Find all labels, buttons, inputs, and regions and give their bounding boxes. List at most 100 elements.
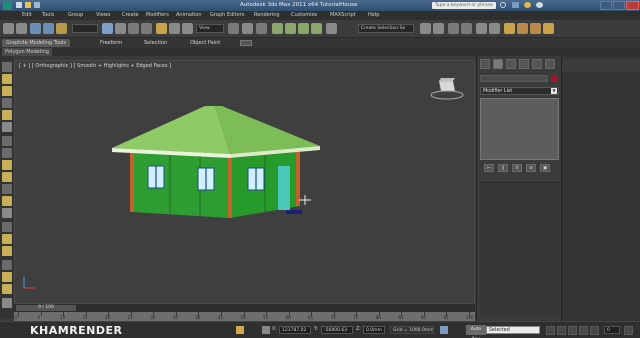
tab-freeform[interactable]: Freeform	[96, 39, 126, 47]
play-icon[interactable]	[568, 326, 577, 335]
spinner-snap-icon[interactable]	[311, 23, 322, 34]
time-tag-icon[interactable]	[440, 326, 448, 334]
remove-modifier-icon[interactable]: ⊘	[526, 164, 536, 172]
info-center-icon[interactable]	[512, 2, 519, 8]
go-to-end-icon[interactable]	[590, 326, 599, 335]
modifier-list-dropdown[interactable]: Modifier List ▼	[480, 87, 559, 95]
selection-lock-icon[interactable]	[236, 326, 244, 334]
tab-object-paint[interactable]: Object Paint	[186, 39, 224, 47]
viewcube-icon[interactable]	[429, 75, 465, 101]
menu-animation[interactable]: Animation	[176, 12, 202, 18]
curve-editor-icon[interactable]	[476, 23, 487, 34]
keyboard-shortcut-icon[interactable]	[256, 23, 267, 34]
edit-named-selection-icon[interactable]	[326, 23, 337, 34]
menu-create[interactable]: Create	[122, 12, 139, 18]
minimize-button[interactable]	[600, 1, 612, 10]
select-rotate-icon[interactable]	[169, 23, 180, 34]
menu-group[interactable]: Group	[68, 12, 83, 18]
menu-edit[interactable]: Edit	[22, 12, 32, 18]
angle-snap-icon[interactable]	[285, 23, 296, 34]
roof-side[interactable]	[215, 106, 320, 154]
absolute-mode-icon[interactable]	[262, 326, 270, 334]
schematic-view-icon[interactable]	[489, 23, 500, 34]
named-selection-dropdown[interactable]: Create Selection Se	[358, 24, 414, 33]
tool-icon-17[interactable]	[2, 260, 12, 270]
auto-key-button[interactable]: Auto Key	[466, 325, 486, 338]
maximize-button[interactable]	[613, 1, 625, 10]
house-front-wall[interactable]	[130, 152, 230, 218]
y-coordinate-field[interactable]: -56800.63	[321, 326, 353, 334]
select-by-name-icon[interactable]	[115, 23, 126, 34]
render-production-icon[interactable]	[543, 23, 554, 34]
tool-icon-7[interactable]	[2, 136, 12, 146]
tool-icon-20[interactable]	[2, 298, 12, 308]
select-object-icon[interactable]	[102, 23, 113, 34]
time-slider[interactable]: 0 / 100	[16, 305, 76, 311]
tool-icon-3[interactable]	[2, 86, 12, 96]
material-editor-icon[interactable]	[504, 23, 515, 34]
motion-tab-icon[interactable]	[519, 59, 529, 69]
previous-frame-icon[interactable]	[557, 326, 566, 335]
tool-icon-8[interactable]	[2, 148, 12, 158]
pin-stack-icon[interactable]: ⊢	[484, 164, 494, 172]
tool-icon-10[interactable]	[2, 172, 12, 182]
tool-icon-15[interactable]	[2, 234, 12, 244]
menu-graph-editors[interactable]: Graph Editors	[210, 12, 244, 18]
search-icon[interactable]	[500, 2, 506, 8]
rendered-frame-window-icon[interactable]	[530, 23, 541, 34]
next-frame-icon[interactable]	[579, 326, 588, 335]
key-filter-dropdown[interactable]: Selected	[486, 326, 540, 334]
pivot-center-icon[interactable]	[228, 23, 239, 34]
tool-icon-2[interactable]	[2, 74, 12, 84]
tool-icon-9[interactable]	[2, 160, 12, 170]
percent-snap-icon[interactable]	[298, 23, 309, 34]
reference-coordinate-dropdown[interactable]: View	[196, 24, 224, 33]
viewport-label[interactable]: [ + ] [ Orthographic ] [ Smooth + Highli…	[19, 63, 171, 69]
redo-icon[interactable]	[16, 23, 27, 34]
modify-tab-icon[interactable]	[493, 59, 503, 69]
modifier-stack[interactable]	[480, 98, 559, 160]
tool-icon-1[interactable]	[2, 62, 12, 72]
zoom-extents-icon[interactable]	[624, 326, 633, 335]
tool-icon-12[interactable]	[2, 196, 12, 206]
selection-filter-dropdown[interactable]	[72, 24, 98, 33]
display-tab-icon[interactable]	[532, 59, 542, 69]
utilities-tab-icon[interactable]	[545, 59, 555, 69]
graphite-toggle-icon[interactable]	[461, 23, 472, 34]
ribbon-options-icon[interactable]	[240, 40, 252, 46]
create-tab-icon[interactable]	[480, 59, 490, 69]
make-unique-icon[interactable]: ∀	[512, 164, 522, 172]
tool-icon-16[interactable]	[2, 246, 12, 256]
close-button[interactable]	[626, 1, 639, 10]
undo-icon[interactable]	[3, 23, 14, 34]
help-icon[interactable]	[536, 2, 543, 8]
select-manipulate-icon[interactable]	[242, 23, 253, 34]
select-link-icon[interactable]	[30, 23, 41, 34]
x-coordinate-field[interactable]: 121787.02	[279, 326, 311, 334]
tool-icon-13[interactable]	[2, 208, 12, 218]
tab-graphite-modeling-tools[interactable]: Graphite Modeling Tools	[2, 39, 71, 47]
menu-customize[interactable]: Customize	[291, 12, 317, 18]
window-crossing-icon[interactable]	[141, 23, 152, 34]
menu-modifiers[interactable]: Modifiers	[146, 12, 169, 18]
tool-icon-14[interactable]	[2, 222, 12, 232]
tool-icon-5[interactable]	[2, 110, 12, 120]
save-file-icon[interactable]	[34, 2, 40, 8]
tool-icon-4[interactable]	[2, 98, 12, 108]
app-logo-icon[interactable]	[3, 1, 12, 10]
unlink-icon[interactable]	[43, 23, 54, 34]
object-name-field[interactable]	[480, 75, 548, 82]
mirror-icon[interactable]	[420, 23, 431, 34]
select-move-icon[interactable]	[156, 23, 167, 34]
z-coordinate-field[interactable]: 0.0mm	[363, 326, 385, 334]
open-file-icon[interactable]	[25, 2, 31, 8]
snaps-toggle-icon[interactable]	[272, 23, 283, 34]
tab-selection[interactable]: Selection	[140, 39, 171, 47]
tool-icon-19[interactable]	[2, 284, 12, 294]
menu-tools[interactable]: Tools	[42, 12, 54, 18]
search-input[interactable]: Type a keyword or phrase	[432, 2, 496, 9]
tool-icon-18[interactable]	[2, 272, 12, 282]
configure-modifier-sets-icon[interactable]: ▣	[540, 164, 550, 172]
tool-icon-6[interactable]	[2, 122, 12, 132]
tab-polygon-modeling[interactable]: Polygon Modeling	[2, 48, 52, 56]
